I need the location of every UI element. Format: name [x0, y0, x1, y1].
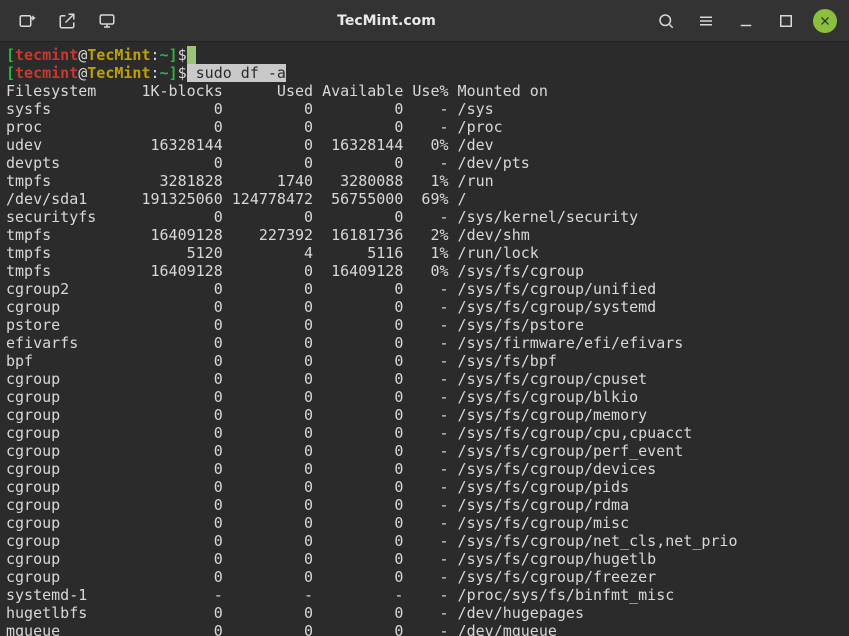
table-row: cgroup 0 0 0 - /sys/fs/cgroup/hugetlb — [6, 550, 656, 568]
table-row: cgroup 0 0 0 - /sys/fs/cgroup/perf_event — [6, 442, 683, 460]
menu-icon[interactable] — [693, 8, 719, 34]
table-row: hugetlbfs 0 0 0 - /dev/hugepages — [6, 604, 584, 622]
table-row: cgroup 0 0 0 - /sys/fs/cgroup/cpu,cpuacc… — [6, 424, 692, 442]
search-icon[interactable] — [653, 8, 679, 34]
table-row: cgroup 0 0 0 - /sys/fs/cgroup/systemd — [6, 298, 656, 316]
new-window-icon[interactable] — [54, 8, 80, 34]
table-row: cgroup 0 0 0 - /sys/fs/cgroup/misc — [6, 514, 629, 532]
titlebar: TecMint.com — [0, 0, 849, 42]
titlebar-right — [653, 8, 841, 34]
table-row: udev 16328144 0 16328144 0% /dev — [6, 136, 494, 154]
table-row: tmpfs 16409128 227392 16181736 2% /dev/s… — [6, 226, 530, 244]
table-row: sysfs 0 0 0 - /sys — [6, 100, 494, 118]
table-row: cgroup 0 0 0 - /sys/fs/cgroup/cpuset — [6, 370, 647, 388]
window-title: TecMint.com — [120, 13, 653, 29]
titlebar-left — [8, 8, 120, 34]
table-row: securityfs 0 0 0 - /sys/kernel/security — [6, 208, 638, 226]
table-row: tmpfs 3281828 1740 3280088 1% /run — [6, 172, 494, 190]
terminal-output[interactable]: [tecmint@TecMint:~]$ [tecmint@TecMint:~]… — [0, 42, 849, 636]
table-row: cgroup 0 0 0 - /sys/fs/cgroup/blkio — [6, 388, 638, 406]
close-icon[interactable] — [813, 9, 837, 33]
table-row: proc 0 0 0 - /proc — [6, 118, 503, 136]
table-row: cgroup 0 0 0 - /sys/fs/cgroup/freezer — [6, 568, 656, 586]
table-row: systemd-1 - - - - /proc/sys/fs/binfmt_mi… — [6, 586, 674, 604]
screen-icon[interactable] — [94, 8, 120, 34]
table-row: tmpfs 5120 4 5116 1% /run/lock — [6, 244, 539, 262]
table-row: cgroup 0 0 0 - /sys/fs/cgroup/net_cls,ne… — [6, 532, 738, 550]
table-row: pstore 0 0 0 - /sys/fs/pstore — [6, 316, 584, 334]
table-row: tmpfs 16409128 0 16409128 0% /sys/fs/cgr… — [6, 262, 584, 280]
minimize-icon[interactable] — [733, 8, 759, 34]
table-row: bpf 0 0 0 - /sys/fs/bpf — [6, 352, 557, 370]
table-row: devpts 0 0 0 - /dev/pts — [6, 154, 530, 172]
table-row: cgroup 0 0 0 - /sys/fs/cgroup/memory — [6, 406, 647, 424]
table-row: mqueue 0 0 0 - /dev/mqueue — [6, 622, 557, 636]
table-row: cgroup 0 0 0 - /sys/fs/cgroup/pids — [6, 478, 629, 496]
table-row: efivarfs 0 0 0 - /sys/firmware/efi/efiva… — [6, 334, 683, 352]
new-tab-icon[interactable] — [14, 8, 40, 34]
maximize-icon[interactable] — [773, 8, 799, 34]
table-row: cgroup2 0 0 0 - /sys/fs/cgroup/unified — [6, 280, 656, 298]
table-row: cgroup 0 0 0 - /sys/fs/cgroup/devices — [6, 460, 656, 478]
table-row: /dev/sda1 191325060 124778472 56755000 6… — [6, 190, 467, 208]
table-row: cgroup 0 0 0 - /sys/fs/cgroup/rdma — [6, 496, 629, 514]
